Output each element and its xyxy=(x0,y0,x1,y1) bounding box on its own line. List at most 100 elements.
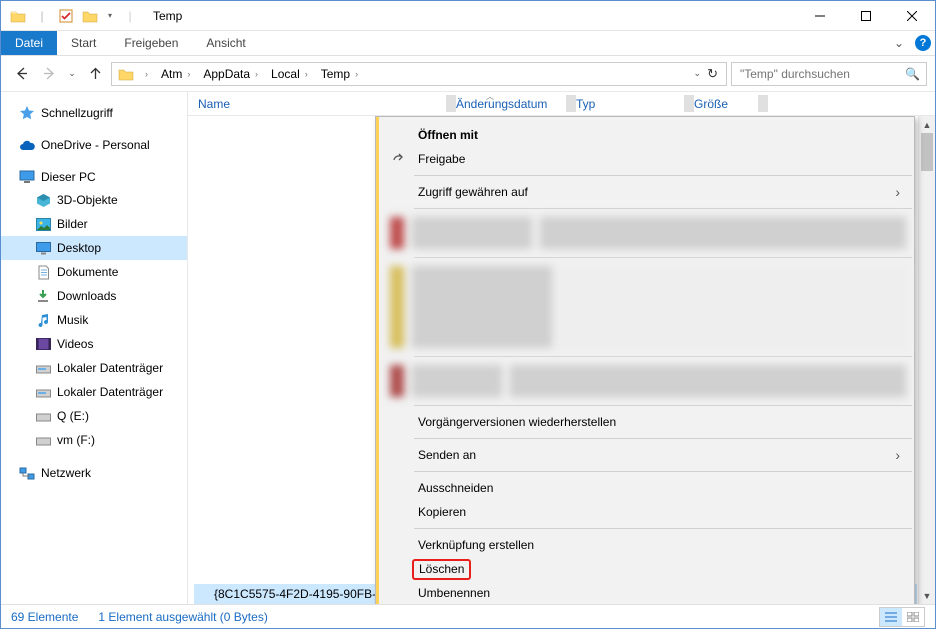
maximize-button[interactable] xyxy=(843,1,889,31)
sidebar-music[interactable]: Musik xyxy=(1,308,187,332)
refresh-button[interactable]: ↻ xyxy=(707,66,718,82)
minimize-button[interactable] xyxy=(797,1,843,31)
ctx-share[interactable]: Freigabe xyxy=(376,147,914,171)
crumb-1[interactable]: AppData› xyxy=(199,63,267,85)
sidebar-onedrive[interactable]: OneDrive - Personal xyxy=(1,134,187,156)
ctx-delete[interactable]: Löschen xyxy=(376,557,914,581)
file-tab[interactable]: Datei xyxy=(1,31,57,55)
desktop-icon xyxy=(35,240,51,256)
chevron-right-icon: › xyxy=(895,184,900,200)
sidebar-3d-objects[interactable]: 3D-Objekte xyxy=(1,188,187,212)
status-selection: 1 Element ausgewählt (0 Bytes) xyxy=(98,610,267,624)
sidebar-thispc[interactable]: Dieser PC xyxy=(1,166,187,188)
qat-folder-icon xyxy=(7,5,29,27)
ctx-rename[interactable]: Umbenennen xyxy=(376,581,914,604)
sidebar-label: OneDrive - Personal xyxy=(41,138,150,152)
sidebar-localdisk-2[interactable]: Lokaler Datenträger xyxy=(1,380,187,404)
col-type-header[interactable]: Typ xyxy=(566,97,684,111)
ctx-restore-versions[interactable]: Vorgängerversionen wiederherstellen xyxy=(376,410,914,434)
qat-newfolder-icon[interactable] xyxy=(79,5,101,27)
search-icon[interactable]: 🔍 xyxy=(905,67,920,81)
nav-back-button[interactable] xyxy=(9,62,33,86)
share-tab[interactable]: Freigeben xyxy=(110,31,192,55)
pc-icon xyxy=(19,169,35,185)
ctx-blurred-2 xyxy=(386,262,910,352)
sidebar-drive-vm[interactable]: vm (F:) xyxy=(1,428,187,452)
ctx-send-to[interactable]: Senden an› xyxy=(376,443,914,467)
drive-icon xyxy=(35,408,51,424)
context-menu: Öffnen mit Freigabe Zugriff gewähren auf… xyxy=(375,116,915,604)
sidebar-network[interactable]: Netzwerk xyxy=(1,462,187,484)
sidebar-label: Q (E:) xyxy=(57,409,89,423)
sidebar-desktop[interactable]: Desktop xyxy=(1,236,187,260)
qat-properties-icon[interactable] xyxy=(55,5,77,27)
crumb-2[interactable]: Local› xyxy=(267,63,317,85)
sidebar-drive-q[interactable]: Q (E:) xyxy=(1,404,187,428)
sidebar-label: Desktop xyxy=(57,241,101,255)
drive-icon xyxy=(35,360,51,376)
help-icon: ? xyxy=(915,35,931,51)
star-icon xyxy=(19,105,35,121)
ctx-blurred-3 xyxy=(386,361,910,401)
window-title: Temp xyxy=(141,9,182,23)
start-tab[interactable]: Start xyxy=(57,31,110,55)
crumb-3[interactable]: Temp› xyxy=(317,63,367,85)
column-headers: Name ︿ Änderungsdatum Typ Größe xyxy=(188,92,935,116)
qat-separator: | xyxy=(119,5,141,27)
sidebar-label: 3D-Objekte xyxy=(57,193,118,207)
view-mode-toggle xyxy=(879,607,925,627)
col-name-header[interactable]: Name xyxy=(188,97,446,111)
sidebar-label: Bilder xyxy=(57,217,88,231)
nav-recent-dropdown[interactable]: ⌄ xyxy=(65,62,79,86)
scroll-down-icon[interactable]: ▼ xyxy=(919,587,935,604)
drive-icon xyxy=(35,432,51,448)
network-icon xyxy=(19,465,35,481)
ctx-grant-access[interactable]: Zugriff gewähren auf› xyxy=(376,180,914,204)
view-icons-button[interactable] xyxy=(902,608,924,626)
ctx-cut[interactable]: Ausschneiden xyxy=(376,476,914,500)
sidebar-label: Lokaler Datenträger xyxy=(57,361,163,375)
scrollbar[interactable]: ▲ ▼ xyxy=(918,116,935,604)
nav-up-button[interactable] xyxy=(83,62,107,86)
sidebar-label: Downloads xyxy=(57,289,116,303)
scroll-up-icon[interactable]: ▲ xyxy=(919,116,935,133)
view-details-button[interactable] xyxy=(880,608,902,626)
col-size-header[interactable]: Größe xyxy=(684,97,758,111)
sidebar-label: Musik xyxy=(57,313,88,327)
address-folder-icon xyxy=(116,67,136,81)
downloads-icon xyxy=(35,288,51,304)
music-icon xyxy=(35,312,51,328)
cloud-icon xyxy=(19,137,35,153)
qat-divider: | xyxy=(31,5,53,27)
ctx-selection-highlight xyxy=(376,117,379,604)
qat-dropdown-icon[interactable]: ▾ xyxy=(103,5,117,27)
view-tab[interactable]: Ansicht xyxy=(192,31,259,55)
crumb-chevron[interactable]: › xyxy=(136,63,157,85)
search-box[interactable]: 🔍 xyxy=(731,62,927,86)
cube-icon xyxy=(35,192,51,208)
nav-forward-button[interactable] xyxy=(37,62,61,86)
address-history-dropdown[interactable]: ⌄ xyxy=(694,68,702,79)
content-pane: Name ︿ Änderungsdatum Typ Größe Öffnen m… xyxy=(188,92,935,604)
close-button[interactable] xyxy=(889,1,935,31)
sidebar-downloads[interactable]: Downloads xyxy=(1,284,187,308)
address-bar[interactable]: › Atm› AppData› Local› Temp› ⌄ ↻ xyxy=(111,62,727,86)
col-date-header[interactable]: Änderungsdatum xyxy=(446,97,566,111)
chevron-right-icon: › xyxy=(895,447,900,463)
scroll-thumb[interactable] xyxy=(921,133,933,171)
ctx-create-shortcut[interactable]: Verknüpfung erstellen xyxy=(376,533,914,557)
sidebar-quickaccess[interactable]: Schnellzugriff xyxy=(1,102,187,124)
sidebar-videos[interactable]: Videos xyxy=(1,332,187,356)
file-list[interactable]: Öffnen mit Freigabe Zugriff gewähren auf… xyxy=(188,116,935,604)
videos-icon xyxy=(35,336,51,352)
search-input[interactable] xyxy=(738,66,888,82)
sidebar-documents[interactable]: Dokumente xyxy=(1,260,187,284)
sidebar-localdisk-1[interactable]: Lokaler Datenträger xyxy=(1,356,187,380)
ctx-copy[interactable]: Kopieren xyxy=(376,500,914,524)
crumb-0[interactable]: Atm› xyxy=(157,63,199,85)
ctx-blurred-1 xyxy=(386,213,910,253)
help-button[interactable]: ? xyxy=(911,31,935,55)
ribbon-collapse-icon[interactable]: ⌄ xyxy=(887,31,911,55)
ctx-open-with[interactable]: Öffnen mit xyxy=(376,123,914,147)
sidebar-pictures[interactable]: Bilder xyxy=(1,212,187,236)
